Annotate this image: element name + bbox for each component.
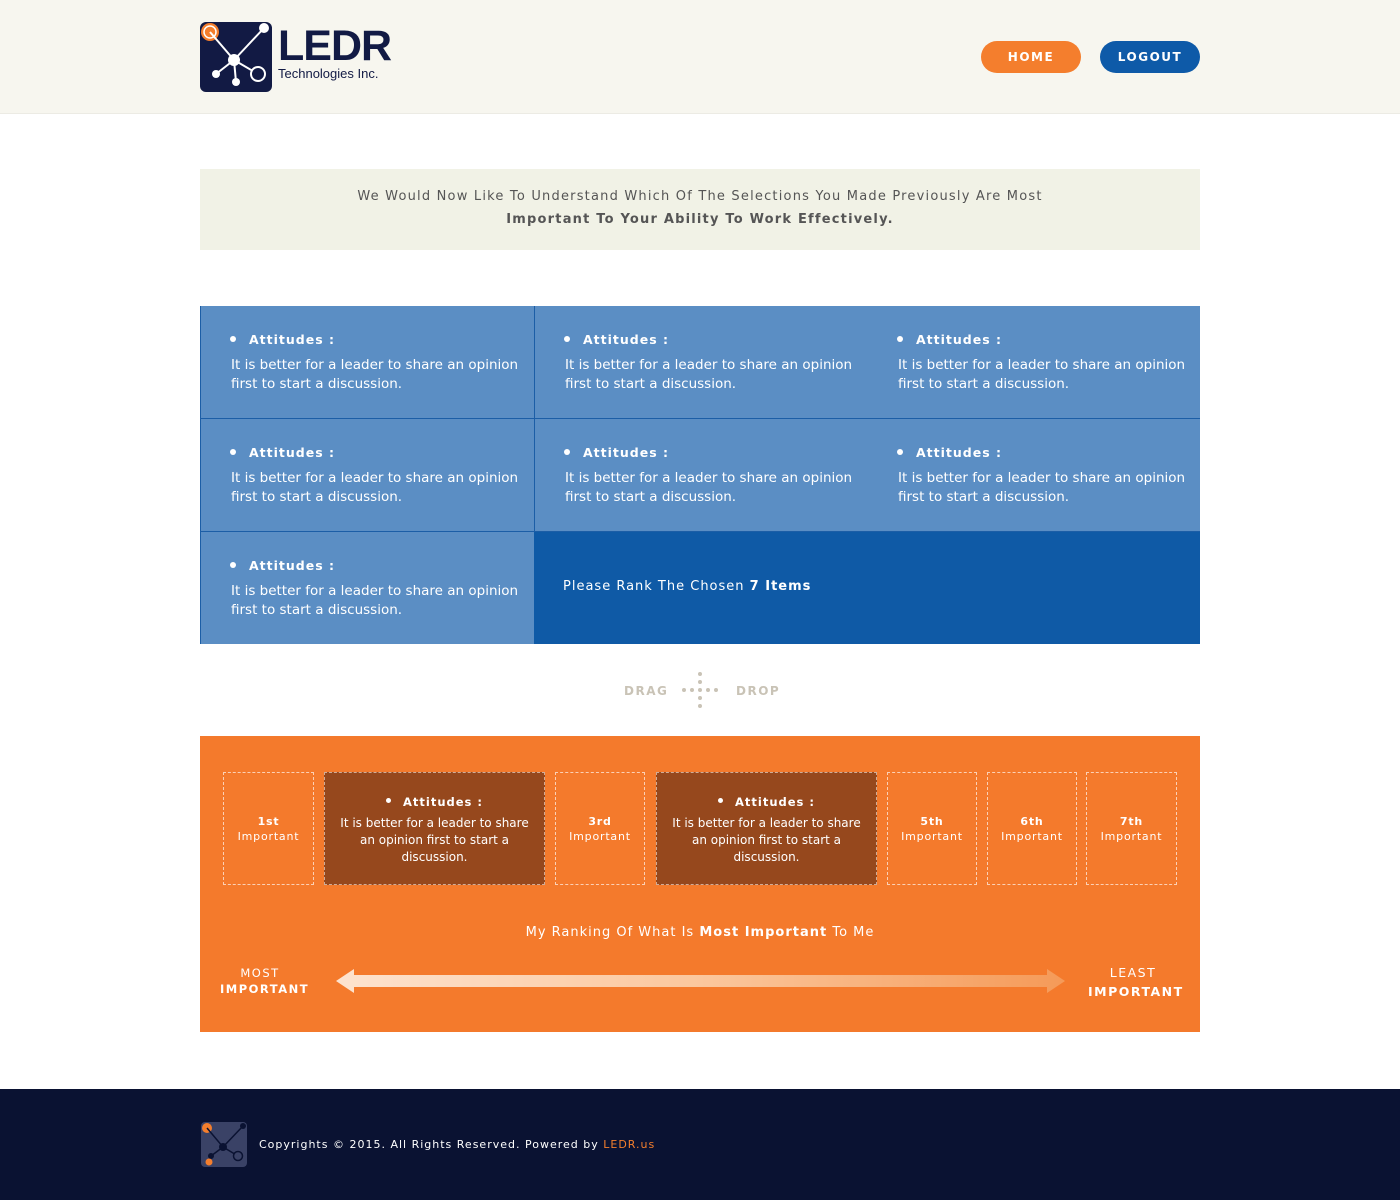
- slot-number: 5th: [920, 815, 944, 828]
- logo-subtitle: Technologies Inc.: [278, 66, 379, 81]
- header: LEDR Technologies Inc. HOME LOGOUT: [0, 0, 1400, 114]
- slot-label: Important: [237, 830, 300, 843]
- rank-prompt-count: 7 Items: [749, 579, 812, 594]
- slot-label: Important: [1001, 830, 1063, 843]
- rank-slot-6[interactable]: 6th Important: [987, 772, 1077, 885]
- least-important-label: LEAST IMPORTANT: [1088, 963, 1184, 1001]
- most-label-line1: MOST: [240, 966, 280, 980]
- footer: Copyrights © 2015. All Rights Reserved. …: [0, 1089, 1400, 1200]
- selection-card[interactable]: Attitudes : It is better for a leader to…: [535, 419, 868, 531]
- selection-card[interactable]: Attitudes : It is better for a leader to…: [535, 306, 868, 418]
- ranking-caption-bold: Most Important: [699, 925, 828, 940]
- selection-title: Attitudes :: [897, 332, 1002, 347]
- slot-card-text: It is better for a leader to share an op…: [340, 816, 529, 864]
- rank-slot-3[interactable]: 3rd Important: [555, 772, 645, 885]
- rank-slot-5[interactable]: 5th Important: [887, 772, 977, 885]
- ranking-caption-pre: My Ranking Of What Is: [525, 925, 695, 940]
- slot-number: 6th: [1020, 815, 1044, 828]
- slot-card-title: Attitudes :: [325, 795, 544, 809]
- selection-text: It is better for a leader to share an op…: [565, 470, 853, 505]
- slot-label: Important: [569, 830, 631, 843]
- selection-text: It is better for a leader to share an op…: [231, 583, 519, 618]
- ranking-caption-post: To Me: [832, 925, 875, 940]
- rank-slot-1[interactable]: 1st Important: [223, 772, 314, 885]
- ranking-arrow-icon: [336, 969, 1065, 993]
- least-label-line2: IMPORTANT: [1088, 984, 1184, 999]
- intro-banner: We Would Now Like To Understand Which Of…: [200, 169, 1200, 250]
- drag-label: DRAG: [624, 684, 669, 698]
- drag-drop-icon: [682, 672, 718, 708]
- intro-line-1: We Would Now Like To Understand Which Of…: [357, 189, 1043, 204]
- selection-text: It is better for a leader to share an op…: [231, 470, 519, 505]
- rank-prompt: Please Rank The Chosen 7 Items: [563, 579, 811, 594]
- ledr-logo[interactable]: LEDR Technologies Inc.: [200, 22, 392, 92]
- ranking-caption: My Ranking Of What Is Most Important To …: [200, 925, 1200, 940]
- rank-prompt-panel: Please Rank The Chosen 7 Items: [534, 532, 1200, 644]
- slot-number: 1st: [257, 815, 280, 828]
- selection-title: Attitudes :: [564, 445, 669, 460]
- slot-label: Important: [901, 830, 963, 843]
- selection-title: Attitudes :: [230, 558, 335, 573]
- selection-text: It is better for a leader to share an op…: [231, 357, 519, 392]
- selection-card[interactable]: Attitudes : It is better for a leader to…: [868, 306, 1200, 418]
- ledr-logo-icon: [200, 22, 272, 92]
- rank-slot-7[interactable]: 7th Important: [1086, 772, 1177, 885]
- selection-card[interactable]: Attitudes : It is better for a leader to…: [868, 419, 1200, 531]
- rank-slot-2-filled[interactable]: Attitudes : It is better for a leader to…: [324, 772, 545, 885]
- least-label-line1: LEAST: [1109, 965, 1157, 980]
- slot-card-title: Attitudes :: [657, 795, 876, 809]
- rank-slot-4-filled[interactable]: Attitudes : It is better for a leader to…: [656, 772, 877, 885]
- ledr-link[interactable]: LEDR.us: [603, 1138, 655, 1151]
- copyright-text: Copyrights © 2015. All Rights Reserved. …: [259, 1138, 655, 1151]
- selection-card[interactable]: Attitudes : It is better for a leader to…: [201, 419, 534, 531]
- logout-button[interactable]: LOGOUT: [1100, 41, 1200, 73]
- most-important-label: MOST IMPORTANT: [220, 965, 310, 997]
- home-button[interactable]: HOME: [981, 41, 1081, 73]
- drop-label: DROP: [736, 684, 781, 698]
- selection-card[interactable]: Attitudes : It is better for a leader to…: [201, 532, 534, 644]
- slot-number: 7th: [1119, 815, 1144, 828]
- selection-text: It is better for a leader to share an op…: [565, 357, 853, 392]
- selection-title: Attitudes :: [230, 332, 335, 347]
- slot-card-text: It is better for a leader to share an op…: [672, 816, 861, 864]
- copyright: Copyrights © 2015. All Rights Reserved. …: [259, 1138, 599, 1151]
- slot-label: Important: [1100, 830, 1163, 843]
- selection-title: Attitudes :: [897, 445, 1002, 460]
- selection-text: It is better for a leader to share an op…: [898, 470, 1186, 505]
- slot-number: 3rd: [588, 815, 612, 828]
- ranking-panel: 1st Important Attitudes : It is better f…: [200, 736, 1200, 1032]
- logo-name: LEDR: [278, 22, 392, 70]
- footer-logo-icon[interactable]: [201, 1122, 247, 1167]
- selection-text: It is better for a leader to share an op…: [898, 357, 1186, 392]
- selection-title: Attitudes :: [564, 332, 669, 347]
- most-label-line2: IMPORTANT: [220, 982, 310, 996]
- selection-card[interactable]: Attitudes : It is better for a leader to…: [201, 306, 534, 418]
- intro-line-2: Important To Your Ability To Work Effect…: [506, 212, 894, 227]
- selection-title: Attitudes :: [230, 445, 335, 460]
- selections-grid: Attitudes : It is better for a leader to…: [200, 306, 1200, 644]
- rank-prompt-prefix: Please Rank The Chosen: [563, 579, 745, 594]
